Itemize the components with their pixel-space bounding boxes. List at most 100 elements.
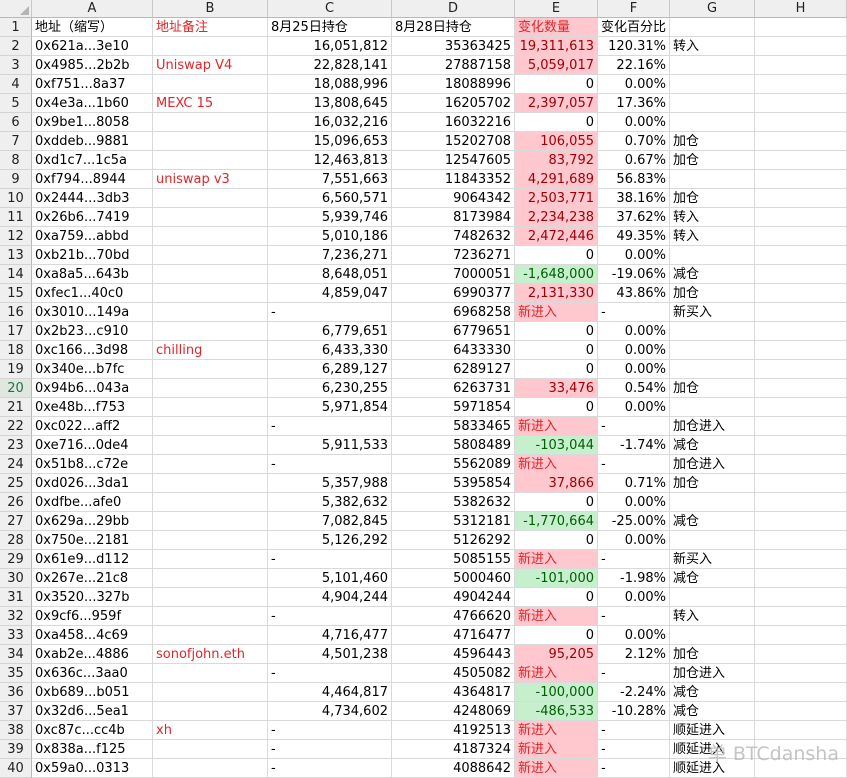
row-header-10[interactable]: 10 — [0, 189, 32, 208]
cell-e34[interactable]: 95,205 — [515, 645, 598, 664]
cell-c3[interactable]: 22,828,141 — [268, 56, 392, 75]
row-header-12[interactable]: 12 — [0, 227, 32, 246]
cell-b35[interactable] — [153, 664, 268, 683]
cell-h10[interactable] — [755, 189, 847, 208]
cell-g25[interactable]: 加仓 — [670, 474, 755, 493]
cell-f25[interactable]: 0.71% — [598, 474, 670, 493]
cell-c5[interactable]: 13,808,645 — [268, 94, 392, 113]
cell-e36[interactable]: -100,000 — [515, 683, 598, 702]
cell-f33[interactable]: 0.00% — [598, 626, 670, 645]
cell-a34[interactable]: 0xab2e...4886 — [32, 645, 153, 664]
cell-c34[interactable]: 4,501,238 — [268, 645, 392, 664]
cell-h29[interactable] — [755, 550, 847, 569]
cell-b21[interactable] — [153, 398, 268, 417]
cell-h37[interactable] — [755, 702, 847, 721]
cell-h28[interactable] — [755, 531, 847, 550]
cell-e15[interactable]: 2,131,330 — [515, 284, 598, 303]
cell-d28[interactable]: 5126292 — [392, 531, 515, 550]
cell-d34[interactable]: 4596443 — [392, 645, 515, 664]
cell-c24[interactable]: - — [268, 455, 392, 474]
cell-a15[interactable]: 0xfec1...40c0 — [32, 284, 153, 303]
cell-a4[interactable]: 0xf751...8a37 — [32, 75, 153, 94]
cell-d39[interactable]: 4187324 — [392, 740, 515, 759]
cell-e4[interactable]: 0 — [515, 75, 598, 94]
cell-g27[interactable]: 减仓 — [670, 512, 755, 531]
cell-h33[interactable] — [755, 626, 847, 645]
cell-g38[interactable]: 顺延进入 — [670, 721, 755, 740]
cell-h12[interactable] — [755, 227, 847, 246]
cell-d10[interactable]: 9064342 — [392, 189, 515, 208]
cell-b37[interactable] — [153, 702, 268, 721]
cell-f32[interactable]: - — [598, 607, 670, 626]
cell-h27[interactable] — [755, 512, 847, 531]
cell-f4[interactable]: 0.00% — [598, 75, 670, 94]
cell-c32[interactable]: - — [268, 607, 392, 626]
cell-g2[interactable]: 转入 — [670, 37, 755, 56]
cell-b20[interactable] — [153, 379, 268, 398]
cell-f27[interactable]: -25.00% — [598, 512, 670, 531]
select-all-corner[interactable] — [0, 0, 32, 18]
cell-a13[interactable]: 0xb21b...70bd — [32, 246, 153, 265]
cell-b25[interactable] — [153, 474, 268, 493]
cell-d5[interactable]: 16205702 — [392, 94, 515, 113]
row-header-24[interactable]: 24 — [0, 455, 32, 474]
cell-h7[interactable] — [755, 132, 847, 151]
cell-g31[interactable] — [670, 588, 755, 607]
cell-h17[interactable] — [755, 322, 847, 341]
cell-f26[interactable]: 0.00% — [598, 493, 670, 512]
cell-a39[interactable]: 0x838a...f125 — [32, 740, 153, 759]
cell-d37[interactable]: 4248069 — [392, 702, 515, 721]
cell-e5[interactable]: 2,397,057 — [515, 94, 598, 113]
cell-c16[interactable]: - — [268, 303, 392, 322]
cell-d23[interactable]: 5808489 — [392, 436, 515, 455]
row-header-21[interactable]: 21 — [0, 398, 32, 417]
cell-f3[interactable]: 22.16% — [598, 56, 670, 75]
cell-a10[interactable]: 0x2444...3db3 — [32, 189, 153, 208]
cell-e2[interactable]: 19,311,613 — [515, 37, 598, 56]
cell-g29[interactable]: 新买入 — [670, 550, 755, 569]
cell-a26[interactable]: 0xdfbe...afe0 — [32, 493, 153, 512]
cell-g16[interactable]: 新买入 — [670, 303, 755, 322]
cell-h36[interactable] — [755, 683, 847, 702]
cell-e10[interactable]: 2,503,771 — [515, 189, 598, 208]
cell-d19[interactable]: 6289127 — [392, 360, 515, 379]
cell-h6[interactable] — [755, 113, 847, 132]
cell-c28[interactable]: 5,126,292 — [268, 531, 392, 550]
cell-a14[interactable]: 0xa8a5...643b — [32, 265, 153, 284]
row-header-7[interactable]: 7 — [0, 132, 32, 151]
cell-a12[interactable]: 0xa759...abbd — [32, 227, 153, 246]
cell-a11[interactable]: 0x26b6...7419 — [32, 208, 153, 227]
cell-g6[interactable] — [670, 113, 755, 132]
row-header-5[interactable]: 5 — [0, 94, 32, 113]
cell-e24[interactable]: 新进入 — [515, 455, 598, 474]
cell-e29[interactable]: 新进入 — [515, 550, 598, 569]
cell-d16[interactable]: 6968258 — [392, 303, 515, 322]
cell-d12[interactable]: 7482632 — [392, 227, 515, 246]
cell-c13[interactable]: 7,236,271 — [268, 246, 392, 265]
cell-f21[interactable]: 0.00% — [598, 398, 670, 417]
cell-b7[interactable] — [153, 132, 268, 151]
cell-e3[interactable]: 5,059,017 — [515, 56, 598, 75]
cell-f18[interactable]: 0.00% — [598, 341, 670, 360]
cell-d29[interactable]: 5085155 — [392, 550, 515, 569]
cell-g21[interactable] — [670, 398, 755, 417]
cell-c2[interactable]: 16,051,812 — [268, 37, 392, 56]
cell-f34[interactable]: 2.12% — [598, 645, 670, 664]
cell-a33[interactable]: 0xa458...4c69 — [32, 626, 153, 645]
row-header-25[interactable]: 25 — [0, 474, 32, 493]
cell-g5[interactable] — [670, 94, 755, 113]
row-header-9[interactable]: 9 — [0, 170, 32, 189]
cell-e40[interactable]: 新进入 — [515, 759, 598, 778]
cell-e19[interactable]: 0 — [515, 360, 598, 379]
header-cell-c[interactable]: 8月25日持仓 — [268, 18, 392, 37]
cell-b29[interactable] — [153, 550, 268, 569]
cell-a6[interactable]: 0x9be1...8058 — [32, 113, 153, 132]
cell-a2[interactable]: 0x621a...3e10 — [32, 37, 153, 56]
cell-e21[interactable]: 0 — [515, 398, 598, 417]
cell-f29[interactable]: - — [598, 550, 670, 569]
cell-d4[interactable]: 18088996 — [392, 75, 515, 94]
cell-d36[interactable]: 4364817 — [392, 683, 515, 702]
cell-d22[interactable]: 5833465 — [392, 417, 515, 436]
cell-h5[interactable] — [755, 94, 847, 113]
cell-f15[interactable]: 43.86% — [598, 284, 670, 303]
